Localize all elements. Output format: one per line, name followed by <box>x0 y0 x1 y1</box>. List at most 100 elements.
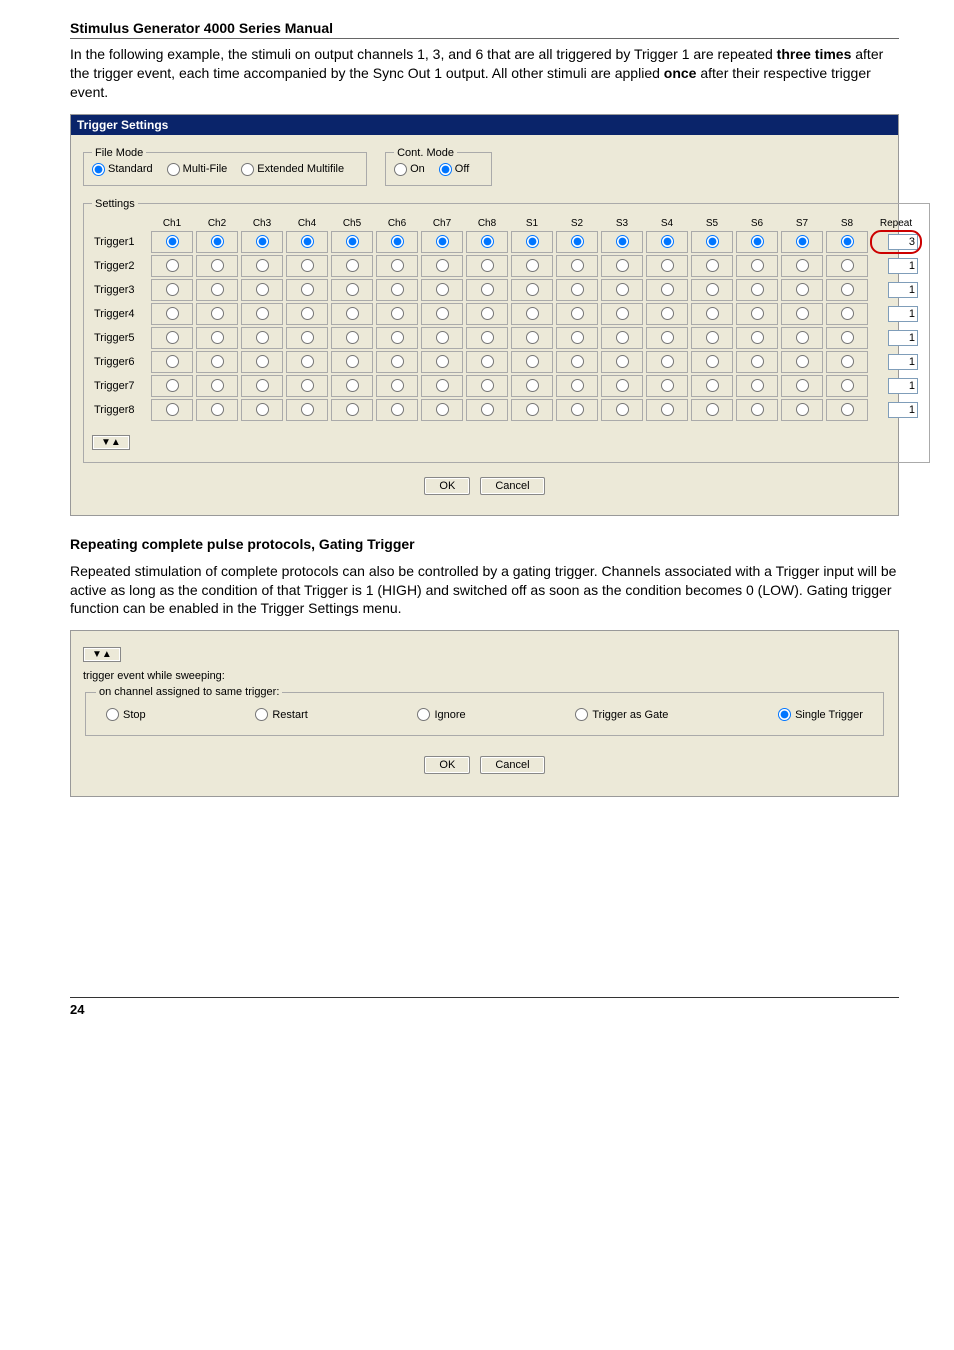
trigger-channel-cell[interactable] <box>646 303 688 325</box>
trigger-channel-cell[interactable] <box>421 351 463 373</box>
radio-input[interactable] <box>661 283 674 296</box>
trigger-channel-cell[interactable] <box>511 375 553 397</box>
file-mode-option[interactable]: Extended Multifile <box>241 163 344 176</box>
ok-button[interactable]: OK <box>424 477 470 495</box>
radio-input[interactable] <box>436 235 449 248</box>
trigger-channel-cell[interactable] <box>421 279 463 301</box>
trigger-channel-cell[interactable] <box>286 327 328 349</box>
radio-input[interactable] <box>526 307 539 320</box>
expand-toggle[interactable]: ▼▲ <box>92 435 130 450</box>
radio-input[interactable] <box>526 283 539 296</box>
trigger-channel-cell[interactable] <box>331 303 373 325</box>
trigger-channel-cell[interactable] <box>646 351 688 373</box>
repeat-cell[interactable] <box>871 375 921 397</box>
trigger-channel-cell[interactable] <box>601 327 643 349</box>
trigger-channel-cell[interactable] <box>286 399 328 421</box>
file-mode-option[interactable]: Standard <box>92 163 153 176</box>
radio-input[interactable] <box>751 355 764 368</box>
radio-input[interactable] <box>526 235 539 248</box>
radio-input[interactable] <box>211 307 224 320</box>
trigger-channel-cell[interactable] <box>376 351 418 373</box>
trigger-channel-cell[interactable] <box>781 351 823 373</box>
radio-input[interactable] <box>211 235 224 248</box>
trigger-channel-cell[interactable] <box>466 255 508 277</box>
trigger-channel-cell[interactable] <box>466 303 508 325</box>
radio-input[interactable] <box>301 355 314 368</box>
radio-input[interactable] <box>841 331 854 344</box>
radio-input[interactable] <box>301 259 314 272</box>
trigger-channel-cell[interactable] <box>241 399 283 421</box>
repeat-cell[interactable] <box>871 399 921 421</box>
radio-input[interactable] <box>436 331 449 344</box>
trigger-channel-cell[interactable] <box>151 327 193 349</box>
radio-input[interactable] <box>526 331 539 344</box>
trigger-channel-cell[interactable] <box>601 231 643 253</box>
trigger-channel-cell[interactable] <box>196 375 238 397</box>
trigger-channel-cell[interactable] <box>286 255 328 277</box>
radio-input[interactable] <box>841 235 854 248</box>
trigger-channel-cell[interactable] <box>376 231 418 253</box>
radio-input[interactable] <box>166 235 179 248</box>
radio-input[interactable] <box>481 259 494 272</box>
radio-input[interactable] <box>255 708 268 721</box>
trigger-channel-cell[interactable] <box>511 231 553 253</box>
trigger-channel-cell[interactable] <box>646 279 688 301</box>
trigger-channel-cell[interactable] <box>511 399 553 421</box>
radio-input[interactable] <box>571 379 584 392</box>
radio-input[interactable] <box>841 307 854 320</box>
trigger-channel-cell[interactable] <box>691 279 733 301</box>
radio-input[interactable] <box>778 708 791 721</box>
cancel-button[interactable]: Cancel <box>480 477 544 495</box>
trigger-channel-cell[interactable] <box>826 231 868 253</box>
trigger-channel-cell[interactable] <box>556 351 598 373</box>
repeat-cell[interactable] <box>871 279 921 301</box>
trigger-channel-cell[interactable] <box>376 399 418 421</box>
radio-input[interactable] <box>841 259 854 272</box>
radio-input[interactable] <box>706 403 719 416</box>
trigger-channel-cell[interactable] <box>466 351 508 373</box>
radio-input[interactable] <box>706 283 719 296</box>
radio-input[interactable] <box>481 307 494 320</box>
trigger-channel-cell[interactable] <box>286 279 328 301</box>
repeat-cell[interactable] <box>871 255 921 277</box>
trigger-channel-cell[interactable] <box>286 351 328 373</box>
radio-input[interactable] <box>211 331 224 344</box>
radio-input[interactable] <box>841 355 854 368</box>
radio-input[interactable] <box>481 355 494 368</box>
trigger-channel-cell[interactable] <box>781 399 823 421</box>
repeat-input[interactable] <box>888 282 918 298</box>
radio-input[interactable] <box>481 331 494 344</box>
repeat-cell[interactable] <box>871 231 921 253</box>
radio-input[interactable] <box>796 379 809 392</box>
repeat-cell[interactable] <box>871 351 921 373</box>
radio-input[interactable] <box>166 379 179 392</box>
trigger-channel-cell[interactable] <box>196 279 238 301</box>
radio-input[interactable] <box>256 283 269 296</box>
trigger-channel-cell[interactable] <box>826 327 868 349</box>
radio-input[interactable] <box>436 379 449 392</box>
radio-input[interactable] <box>211 259 224 272</box>
trigger-channel-cell[interactable] <box>601 255 643 277</box>
radio-input[interactable] <box>301 283 314 296</box>
repeat-cell[interactable] <box>871 303 921 325</box>
trigger-channel-cell[interactable] <box>196 255 238 277</box>
radio-input[interactable] <box>346 259 359 272</box>
radio-input[interactable] <box>391 331 404 344</box>
radio-input[interactable] <box>751 283 764 296</box>
radio-input[interactable] <box>616 307 629 320</box>
trigger-channel-cell[interactable] <box>196 327 238 349</box>
trigger-channel-cell[interactable] <box>556 279 598 301</box>
radio-input[interactable] <box>211 355 224 368</box>
trigger-channel-cell[interactable] <box>241 303 283 325</box>
radio-input[interactable] <box>616 235 629 248</box>
radio-input[interactable] <box>661 379 674 392</box>
radio-input[interactable] <box>661 355 674 368</box>
radio-input[interactable] <box>92 163 105 176</box>
trigger-channel-cell[interactable] <box>331 375 373 397</box>
trigger-channel-cell[interactable] <box>511 279 553 301</box>
radio-input[interactable] <box>661 259 674 272</box>
radio-input[interactable] <box>436 355 449 368</box>
radio-input[interactable] <box>796 403 809 416</box>
radio-input[interactable] <box>526 403 539 416</box>
cancel-button[interactable]: Cancel <box>480 756 544 774</box>
